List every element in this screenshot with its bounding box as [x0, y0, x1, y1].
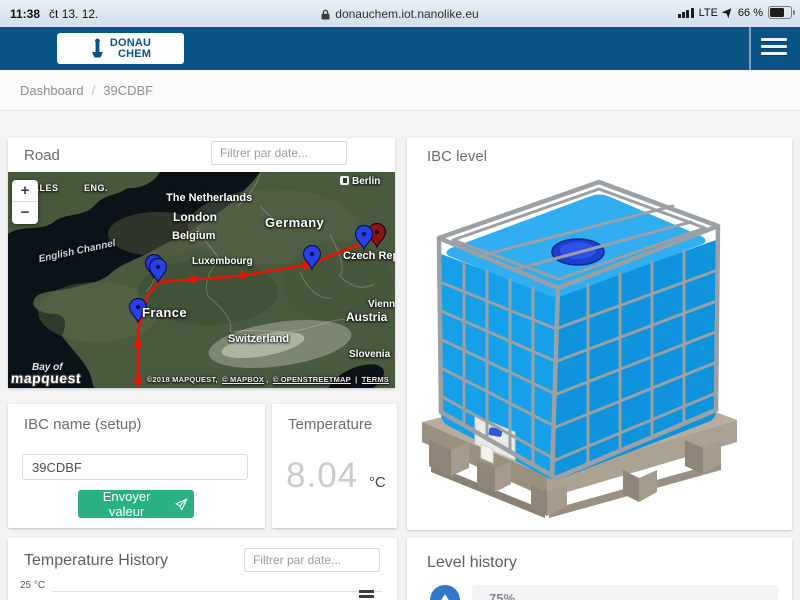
- paper-plane-icon: [175, 498, 188, 511]
- battery-percent: 66 %: [738, 7, 763, 19]
- zoom-in-button[interactable]: +: [12, 180, 38, 202]
- lock-icon: [321, 9, 330, 20]
- map-attribution: ©2018 MAPQUEST, © MAPBOX, © OPENSTREETMA…: [146, 375, 390, 384]
- map-label-luxembourg: Luxembourg: [192, 256, 253, 267]
- ibc-name-input[interactable]: [22, 454, 248, 480]
- chart-gridline: [52, 591, 382, 592]
- level-history-title: Level history: [427, 554, 517, 572]
- send-value-label: Envoyer valeur: [84, 489, 169, 519]
- map-label-berlin: Berlin: [340, 176, 380, 187]
- zoom-out-button[interactable]: −: [12, 202, 38, 223]
- map-label-london: London: [173, 210, 217, 224]
- network-label: LTE: [699, 7, 718, 19]
- map-label-switzerland: Switzerland: [228, 333, 289, 345]
- send-value-button[interactable]: Envoyer valeur: [78, 490, 194, 518]
- breadcrumb: Dashboard / 39CDBF: [0, 70, 800, 111]
- attribution-osm-link[interactable]: © OPENSTREETMAP: [273, 375, 351, 384]
- temperature-unit: °C: [369, 474, 386, 491]
- level-entry-row[interactable]: [472, 585, 778, 600]
- temperature-value: 8.04 °C: [286, 456, 386, 496]
- battery-icon: [768, 6, 792, 19]
- ibc-tote-illustration: [419, 178, 779, 518]
- ibc-name-card: IBC name (setup) Envoyer valeur: [8, 404, 265, 528]
- temperature-card: Temperature 8.04 °C: [272, 404, 397, 528]
- road-card-title: Road: [24, 147, 60, 164]
- map-label-vienna: Vienna: [368, 299, 395, 310]
- signal-icon: [678, 8, 694, 18]
- status-right: LTE 66 %: [678, 6, 792, 19]
- map-zoom-control: + −: [12, 180, 38, 224]
- temperature-history-card: Temperature History 25 °C: [8, 538, 397, 600]
- y-axis-tick-label: 25 °C: [20, 580, 45, 591]
- menu-button[interactable]: [761, 38, 787, 58]
- logo-text: DONAU CHEM: [110, 38, 151, 59]
- temperature-title: Temperature: [288, 416, 372, 433]
- url-text: donauchem.iot.nanolike.eu: [335, 7, 478, 21]
- ibc-level-title: IBC level: [427, 148, 487, 165]
- map-label-belgium: Belgium: [172, 230, 215, 242]
- breadcrumb-current: 39CDBF: [103, 83, 153, 98]
- road-date-filter-input[interactable]: [211, 141, 347, 165]
- map-label-netherlands: The Netherlands: [166, 192, 252, 204]
- ibc-level-card: IBC level: [407, 138, 792, 530]
- berlin-landmark-icon: [340, 176, 349, 185]
- breadcrumb-dashboard[interactable]: Dashboard: [20, 83, 84, 98]
- level-history-card: Level history 75%: [407, 538, 792, 600]
- app-header: DONAU CHEM: [0, 27, 800, 70]
- mapquest-logo[interactable]: mapquest: [10, 370, 81, 386]
- attribution-mapquest: ©2018 MAPQUEST,: [147, 375, 218, 384]
- level-entry-avatar: [430, 585, 460, 600]
- temperature-history-date-filter-input[interactable]: [244, 548, 380, 572]
- map-label-germany: Germany: [265, 215, 324, 230]
- header-divider: [749, 27, 751, 70]
- droplet-icon: [438, 593, 452, 600]
- ibc-name-title: IBC name (setup): [24, 416, 142, 433]
- level-entry-value: 75%: [489, 591, 515, 600]
- map-marker[interactable]: [150, 259, 167, 283]
- map-label-france: France: [142, 305, 187, 320]
- ipad-safari-screen: 11:38 čt 13. 12. donauchem.iot.nanolike.…: [0, 0, 800, 600]
- temperature-history-title: Temperature History: [24, 552, 168, 570]
- status-bar: 11:38 čt 13. 12. donauchem.iot.nanolike.…: [0, 0, 800, 28]
- map-label-austria: Austria: [346, 310, 387, 324]
- map-route-layer: [8, 172, 395, 388]
- attribution-terms-link[interactable]: TERMS: [362, 375, 389, 384]
- breadcrumb-separator: /: [92, 83, 96, 98]
- road-card: Road: [8, 138, 395, 388]
- chart-context-menu-button[interactable]: [359, 590, 374, 600]
- road-map[interactable]: WALES ENG. London English Channel The Ne…: [8, 172, 395, 388]
- location-arrow-icon: [721, 5, 735, 19]
- donauchem-logo-icon: [90, 38, 105, 59]
- attribution-mapbox-link[interactable]: © MAPBOX: [222, 375, 264, 384]
- donauchem-logo[interactable]: DONAU CHEM: [57, 33, 184, 64]
- map-label-slovenia: Slovenia: [349, 349, 390, 360]
- map-label-czech-republic: Czech Republic: [343, 250, 395, 262]
- map-label-eng: ENG.: [84, 183, 108, 193]
